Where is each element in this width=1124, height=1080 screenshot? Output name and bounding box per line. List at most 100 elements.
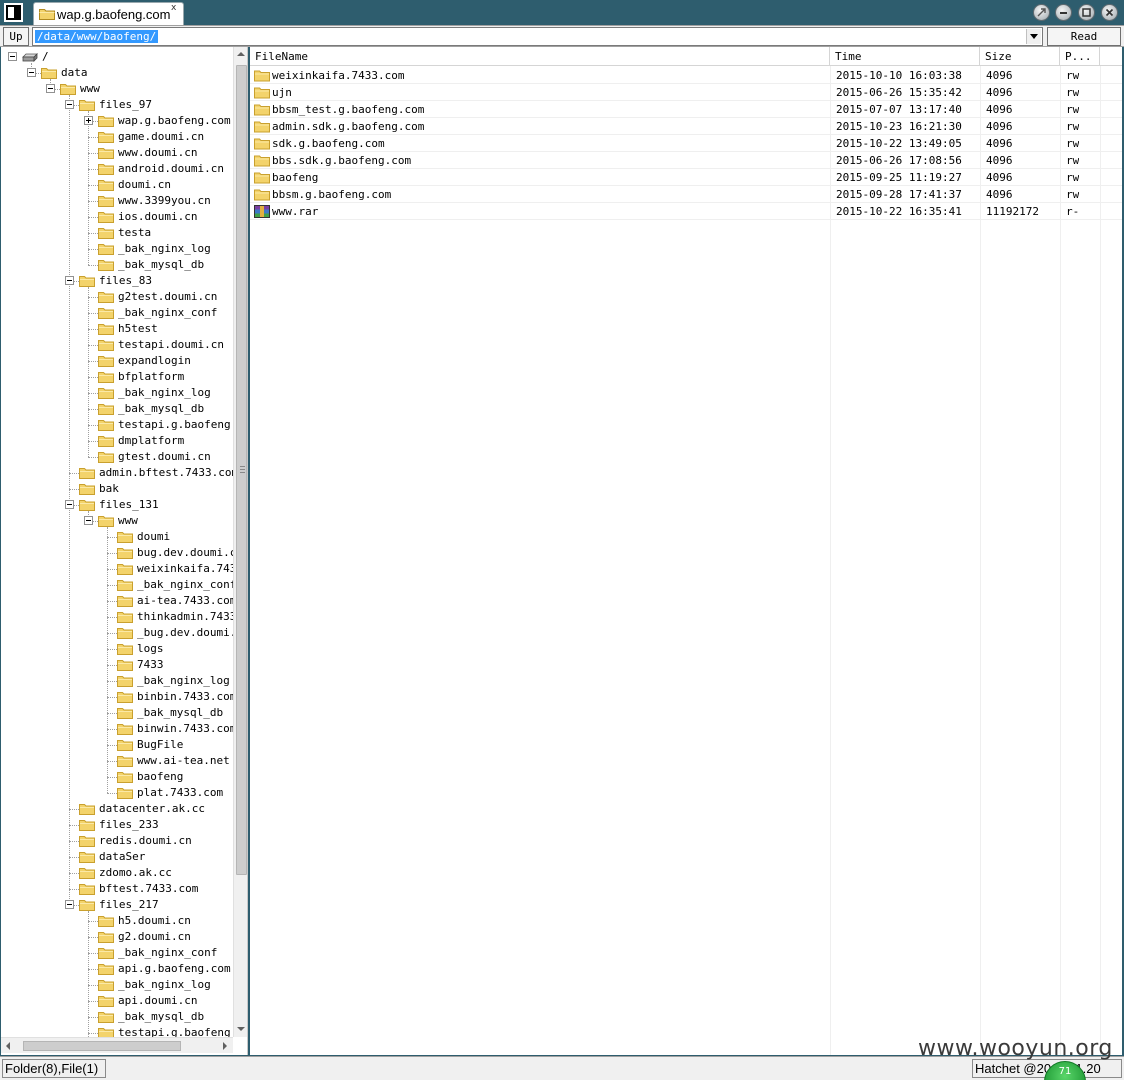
tree-node[interactable]: bak (1, 481, 233, 497)
tree-node[interactable]: _bak_mysql_db (1, 1009, 233, 1025)
tree-node[interactable]: data (1, 65, 233, 81)
tree-node[interactable]: bfplatform (1, 369, 233, 385)
column-header-size[interactable]: Size (980, 47, 1060, 66)
tree-node[interactable]: BugFile (1, 737, 233, 753)
tree-node[interactable]: www (1, 81, 233, 97)
chevron-down-icon[interactable] (1026, 29, 1041, 44)
maximize-icon[interactable] (1078, 4, 1095, 21)
tree-node[interactable]: _bak_nginx_conf (1, 577, 233, 593)
collapse-icon[interactable] (65, 500, 74, 509)
file-row[interactable]: bbsm_test.g.baofeng.com 2015-07-07 13:17:… (250, 101, 1122, 118)
path-input[interactable]: /data/www/baofeng/ (32, 27, 1043, 46)
file-row[interactable]: ujn 2015-06-26 15:35:42 4096 rw (250, 84, 1122, 101)
tree-node[interactable]: www (1, 513, 233, 529)
tree-node[interactable]: www.3399you.cn (1, 193, 233, 209)
tree-node[interactable]: h5test (1, 321, 233, 337)
collapse-icon[interactable] (65, 276, 74, 285)
tree-node[interactable]: www.ai-tea.net (1, 753, 233, 769)
tree-node[interactable]: game.doumi.cn (1, 129, 233, 145)
tree-node[interactable]: _bak_mysql_db (1, 401, 233, 417)
tree-node[interactable]: 7433 (1, 657, 233, 673)
tree-node[interactable]: _bak_nginx_log (1, 673, 233, 689)
close-icon[interactable] (1101, 4, 1118, 21)
tree-node[interactable]: _bug.dev.doumi.cn (1, 625, 233, 641)
scrollbar-thumb[interactable] (236, 65, 247, 875)
restore-icon[interactable] (1033, 4, 1050, 21)
tree-node[interactable]: files_97 (1, 97, 233, 113)
tree-node[interactable]: _bak_nginx_log (1, 241, 233, 257)
tree-node[interactable]: logs (1, 641, 233, 657)
minimize-icon[interactable] (1055, 4, 1072, 21)
tree-node[interactable]: wap.g.baofeng.com (1, 113, 233, 129)
file-row[interactable]: sdk.g.baofeng.com 2015-10-22 13:49:05 4096… (250, 135, 1122, 152)
tab-close-icon[interactable]: x (171, 3, 176, 13)
tree-node[interactable]: binwin.7433.com (1, 721, 233, 737)
tree-node[interactable]: g2test.doumi.cn (1, 289, 233, 305)
path-value[interactable]: /data/www/baofeng/ (35, 30, 159, 43)
collapse-icon[interactable] (8, 52, 17, 61)
file-row[interactable]: baofeng 2015-09-25 11:19:27 4096 rw (250, 169, 1122, 186)
tree-node[interactable]: api.doumi.cn (1, 993, 233, 1009)
tree-node[interactable]: redis.doumi.cn (1, 833, 233, 849)
tree-node[interactable]: bug.dev.doumi.cn (1, 545, 233, 561)
tree-node[interactable]: weixinkaifa.7433.com (1, 561, 233, 577)
tree-node[interactable]: _bak_nginx_conf (1, 945, 233, 961)
tree-node[interactable]: doumi (1, 529, 233, 545)
tree-node[interactable]: testa (1, 225, 233, 241)
expand-icon[interactable] (84, 116, 93, 125)
read-button[interactable]: Read (1047, 27, 1121, 46)
tree-node[interactable]: / (1, 49, 233, 65)
column-header-time[interactable]: Time (830, 47, 980, 66)
file-row[interactable]: www.rar 2015-10-22 16:35:41 11192172 r- (250, 203, 1122, 220)
tree-node[interactable]: datacenter.ak.cc (1, 801, 233, 817)
tree-node[interactable]: testapi.g.baofeng.com (1, 1025, 233, 1037)
tree-node[interactable]: dmplatform (1, 433, 233, 449)
app-icon[interactable] (4, 3, 23, 22)
tree-node[interactable]: bftest.7433.com (1, 881, 233, 897)
column-header-permissions[interactable]: P... (1060, 47, 1100, 66)
tree-node[interactable]: zdomo.ak.cc (1, 865, 233, 881)
file-row[interactable]: weixinkaifa.7433.com 2015-10-10 16:03:38 4… (250, 67, 1122, 84)
collapse-icon[interactable] (84, 516, 93, 525)
tree-node[interactable]: _bak_nginx_conf (1, 305, 233, 321)
tree-node[interactable]: files_233 (1, 817, 233, 833)
file-row[interactable]: bbs.sdk.g.baofeng.com 2015-06-26 17:08:56… (250, 152, 1122, 169)
scroll-up-arrow-icon[interactable] (237, 52, 245, 56)
scrollbar-thumb[interactable] (23, 1041, 181, 1051)
tree-node[interactable]: ai-tea.7433.com (1, 593, 233, 609)
tree-node[interactable]: files_217 (1, 897, 233, 913)
collapse-icon[interactable] (46, 84, 55, 93)
file-row[interactable]: admin.sdk.g.baofeng.com 2015-10-23 16:21:… (250, 118, 1122, 135)
tree-vertical-scrollbar[interactable] (233, 47, 247, 1037)
tree-node[interactable]: dataSer (1, 849, 233, 865)
scroll-left-arrow-icon[interactable] (6, 1042, 10, 1050)
tree-node[interactable]: doumi.cn (1, 177, 233, 193)
tree-node[interactable]: ios.doumi.cn (1, 209, 233, 225)
collapse-icon[interactable] (65, 900, 74, 909)
tree-node[interactable]: h5.doumi.cn (1, 913, 233, 929)
tree-node[interactable]: binbin.7433.com (1, 689, 233, 705)
tree-node[interactable]: g2.doumi.cn (1, 929, 233, 945)
tree-node[interactable]: testapi.doumi.cn (1, 337, 233, 353)
tree-node[interactable]: testapi.g.baofeng.com (1, 417, 233, 433)
tree-node[interactable]: files_131 (1, 497, 233, 513)
tree-horizontal-scrollbar[interactable] (1, 1037, 233, 1053)
tree-node[interactable]: expandlogin (1, 353, 233, 369)
tree-node[interactable]: android.doumi.cn (1, 161, 233, 177)
tree-node[interactable]: baofeng (1, 769, 233, 785)
tree-node[interactable]: _bak_mysql_db (1, 705, 233, 721)
tab-active[interactable]: wap.g.baofeng.com x (33, 2, 184, 25)
collapse-icon[interactable] (65, 100, 74, 109)
tree-node[interactable]: _bak_nginx_log (1, 385, 233, 401)
tree-node[interactable]: _bak_mysql_db (1, 257, 233, 273)
tree-node[interactable]: www.doumi.cn (1, 145, 233, 161)
file-row[interactable]: bbsm.g.baofeng.com 2015-09-28 17:41:37 409… (250, 186, 1122, 203)
tree-node[interactable]: _bak_nginx_log (1, 977, 233, 993)
tree-node[interactable]: api.g.baofeng.com (1, 961, 233, 977)
tree-node[interactable]: plat.7433.com (1, 785, 233, 801)
tree-node[interactable]: gtest.doumi.cn (1, 449, 233, 465)
scroll-down-arrow-icon[interactable] (237, 1027, 245, 1031)
tree-node[interactable]: thinkadmin.7433.com (1, 609, 233, 625)
tree-node[interactable]: files_83 (1, 273, 233, 289)
column-header-filename[interactable]: FileName (250, 47, 830, 66)
